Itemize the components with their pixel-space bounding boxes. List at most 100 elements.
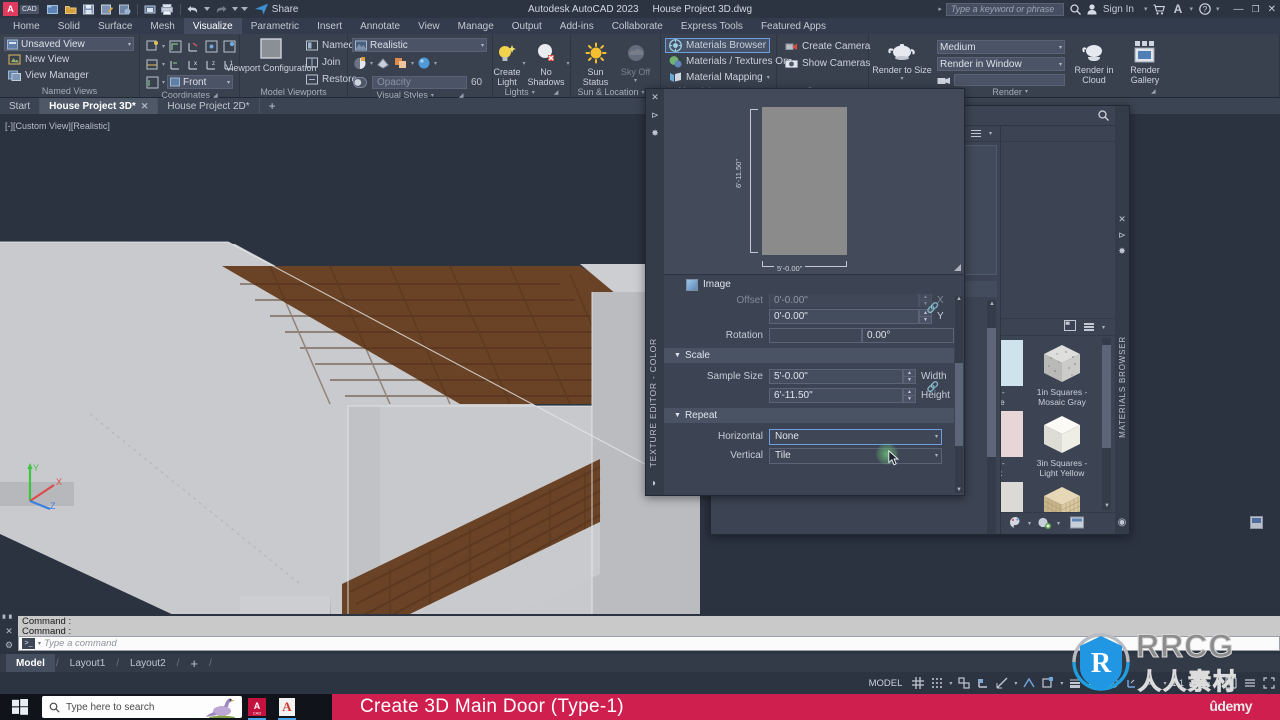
- ribbon-tab-surface[interactable]: Surface: [89, 18, 141, 34]
- ucs-y-icon[interactable]: z: [203, 56, 219, 72]
- add-material-icon[interactable]: [1037, 516, 1052, 532]
- xray-effect-icon[interactable]: [416, 55, 432, 71]
- materials-browser-palette-icon[interactable]: ◉: [1118, 517, 1127, 528]
- offset-x-row[interactable]: Offset 0'-0.00" ▲ ▼ X: [664, 294, 954, 307]
- ucs-x-rotate-icon[interactable]: [185, 38, 201, 54]
- repeat-horizontal-combo[interactable]: None ▾: [769, 428, 942, 445]
- ucs-face-dropdown-icon[interactable]: ▾: [162, 61, 165, 68]
- plot-preview-icon[interactable]: [142, 2, 158, 17]
- no-shadows-button[interactable]: No Shadows: [528, 40, 565, 87]
- new-layout-button[interactable]: +: [180, 654, 208, 672]
- rotation-value[interactable]: 0.00°: [862, 328, 954, 343]
- drawing-tab-house-project-3d[interactable]: House Project 3D* ✕: [40, 98, 159, 114]
- new-view-button[interactable]: New View: [4, 52, 73, 67]
- library-scrollbar[interactable]: ▲: [987, 300, 996, 534]
- workspace-dropdown-icon[interactable]: ▾: [1216, 680, 1219, 687]
- palette-dropdown-icon[interactable]: ▾: [1028, 520, 1031, 527]
- undo-icon[interactable]: [185, 2, 201, 17]
- restore-button[interactable]: ❐: [1252, 4, 1260, 15]
- search-icon[interactable]: [1068, 1, 1083, 17]
- preview-resize-grip[interactable]: [954, 264, 961, 271]
- apps-dropdown-icon[interactable]: ▾: [1190, 5, 1194, 13]
- layout-tab-layout1[interactable]: Layout1: [60, 654, 116, 672]
- render-in-cloud-button[interactable]: Render in Cloud: [1071, 38, 1117, 85]
- ucs-origin-icon[interactable]: [203, 38, 219, 54]
- snap-dropdown-icon[interactable]: ▾: [949, 680, 952, 687]
- rotation-slider[interactable]: [769, 328, 862, 343]
- save-icon[interactable]: [81, 2, 97, 17]
- fullscreen-icon[interactable]: [1262, 676, 1276, 691]
- materials-browser-options-icon[interactable]: ✸: [1118, 246, 1126, 257]
- sample-size-width-row[interactable]: Sample Size 5'-0.00" ▲ ▼ Width: [664, 367, 954, 386]
- infocenter-search-input[interactable]: Type a keyword or phrase: [945, 2, 1064, 16]
- shadow-display-icon[interactable]: [393, 55, 409, 71]
- materials-browser-button[interactable]: Materials Browser: [665, 38, 771, 53]
- view-manager-button[interactable]: View Manager: [4, 68, 93, 83]
- ribbon-tab-solid[interactable]: Solid: [49, 18, 89, 34]
- transparency-icon[interactable]: [1087, 676, 1101, 691]
- ucs-z-axis-icon[interactable]: [167, 56, 183, 72]
- repeat-horizontal-row[interactable]: Horizontal None ▾: [664, 427, 954, 446]
- texture-editor-scrollbar[interactable]: ▲ ▼: [955, 296, 963, 493]
- annotation-scale-label[interactable]: 1:1: [1171, 678, 1184, 688]
- ucs-combo-chevron-icon[interactable]: ▾: [227, 79, 230, 86]
- ribbon-tab-manage[interactable]: Manage: [449, 18, 503, 34]
- viewport-controls-label[interactable]: [-][Custom View][Realistic]: [5, 121, 110, 131]
- layout-tab-layout2[interactable]: Layout2: [120, 654, 176, 672]
- material-grid-scrollbar[interactable]: ▼: [1102, 338, 1111, 510]
- offset-link-icon[interactable]: 🔗: [927, 303, 939, 314]
- osnap-dropdown-icon[interactable]: ▾: [1060, 680, 1063, 687]
- command-close-icon[interactable]: ✕: [5, 626, 13, 637]
- sun-status-button[interactable]: Sun Status: [578, 40, 614, 87]
- offset-y-row[interactable]: 0'-0.00" ▲ ▼ Y 🔗: [664, 303, 954, 326]
- infer-constraints-icon[interactable]: [957, 676, 971, 691]
- create-light-button[interactable]: Create Light: [493, 40, 520, 87]
- command-drag-handle[interactable]: ▘▘: [3, 615, 16, 623]
- material-cell[interactable]: 1in Squares - Mosaic Gray: [1033, 340, 1091, 407]
- material-cell[interactable]: [1001, 482, 1029, 512]
- texture-editor-palette-icon[interactable]: ◑: [650, 478, 656, 489]
- visual-style-combo[interactable]: Realistic ▾: [352, 38, 487, 52]
- render-dialog-launcher-icon[interactable]: ◢: [1151, 88, 1156, 95]
- ribbon-tab-parametric[interactable]: Parametric: [242, 18, 308, 34]
- scroll-up-icon[interactable]: ▲: [956, 296, 962, 302]
- ucs-combo[interactable]: Front ▾: [167, 75, 234, 89]
- repeat-vertical-combo[interactable]: Tile ▾: [769, 447, 942, 464]
- ucs-named-icon[interactable]: [221, 38, 237, 54]
- help-icon[interactable]: ?: [1197, 1, 1212, 17]
- repeat-collapse-icon[interactable]: ▼: [674, 412, 681, 419]
- face-style-icon[interactable]: [352, 55, 368, 71]
- workspace-switching-icon[interactable]: [1197, 676, 1211, 691]
- ucs-face-icon[interactable]: [144, 56, 160, 72]
- lib-view-dropdown-icon[interactable]: ▾: [1102, 324, 1105, 331]
- repeat-vertical-row[interactable]: Vertical Tile ▾: [664, 443, 954, 466]
- opacity-toggle-icon[interactable]: [352, 74, 368, 90]
- sample-height-input[interactable]: 6'-11.50": [769, 388, 903, 403]
- lights-expand-icon[interactable]: ▾: [532, 89, 535, 96]
- doc-view-dropdown-icon[interactable]: ▾: [989, 130, 992, 137]
- drawing-tab-start[interactable]: Start: [0, 98, 41, 114]
- command-input-row[interactable]: >_ ▾ Type a command: [18, 636, 1280, 651]
- qat-customize-icon[interactable]: [241, 2, 249, 17]
- new-file-icon[interactable]: [45, 2, 61, 17]
- material-cell[interactable]: s - ue: [1001, 340, 1029, 407]
- dynamic-ucs-icon[interactable]: [1125, 676, 1139, 691]
- lighting-quality-icon[interactable]: [375, 55, 391, 71]
- ribbon-tab-insert[interactable]: Insert: [308, 18, 351, 34]
- scale-section-header[interactable]: ▼ Scale: [664, 348, 954, 363]
- ribbon-tab-home[interactable]: Home: [4, 18, 49, 34]
- offset-x-input[interactable]: 0'-0.00": [769, 294, 919, 307]
- new-drawing-tab-button[interactable]: +: [260, 98, 285, 114]
- status-model-toggle[interactable]: MODEL: [869, 678, 903, 689]
- manage-library-icon[interactable]: [1070, 516, 1085, 532]
- texture-editor-form[interactable]: Offset 0'-0.00" ▲ ▼ X 0'-0.00" ▲ ▼ Y 🔗 Rot…: [664, 294, 964, 495]
- polar-tracking-icon[interactable]: [995, 676, 1009, 691]
- ribbon-tab-visualize[interactable]: Visualize: [183, 18, 242, 34]
- render-destination-combo[interactable]: Render in Window ▾: [937, 57, 1065, 71]
- sign-in-button[interactable]: Sign In: [1087, 1, 1134, 17]
- windows-start-icon[interactable]: [0, 694, 40, 720]
- annotation-dropdown-icon[interactable]: ▾: [1163, 680, 1166, 687]
- sample-width-stepper[interactable]: ▲ ▼: [903, 369, 916, 384]
- annotation-visibility-icon[interactable]: [1144, 676, 1158, 691]
- sky-off-button[interactable]: Sky Off ▾: [618, 40, 654, 84]
